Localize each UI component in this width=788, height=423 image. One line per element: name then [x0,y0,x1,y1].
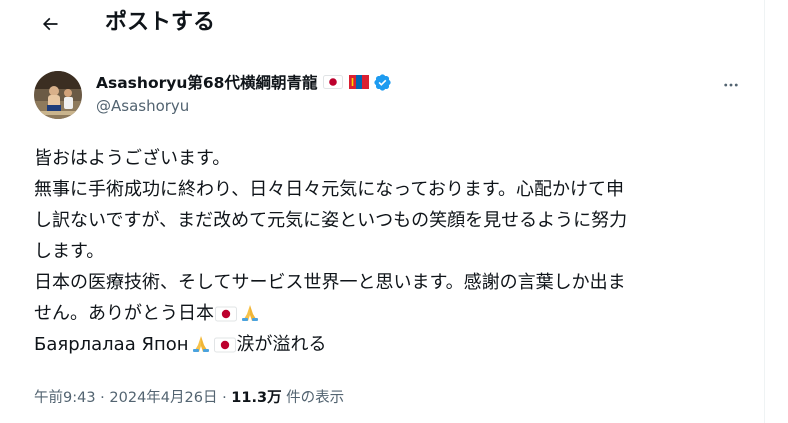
avatar[interactable] [34,71,82,119]
post-line: 日本の医療技術、そしてサービス世界一と思います。感謝の言葉しか出ま [34,272,626,293]
more-options-button[interactable] [716,74,746,96]
post-time[interactable]: 午前9:43 [34,390,96,406]
view-count: 11.3万 [231,390,282,406]
column-divider [764,0,765,423]
post-line: せん。ありがとう日本 [34,298,754,329]
meta-separator: · [222,390,227,406]
post-date[interactable]: 2024年4月26日 [109,390,217,406]
post-line: します。 [34,241,105,262]
verified-badge-icon[interactable] [373,73,392,92]
post-text: 皆おはようございます。 無事に手術成功に終わり、日々日々元気になっております。心… [34,143,754,360]
main-column: ポストする Asashoryu第68代横綱朝青龍 @Asashoryu 皆おはよ… [0,0,764,423]
view-label: 件の表示 [281,390,345,406]
japan-flag-icon [323,75,344,89]
japan-flag-icon [213,337,236,353]
post-meta: 午前9:43 · 2024年4月26日 · 11.3万 件の表示 [34,386,344,407]
author-handle[interactable]: @Asashoryu [96,97,189,115]
post-line-text: せん。ありがとう日本 [34,303,214,324]
post-line-text: 涙が溢れる [236,334,327,355]
post-line: し訳ないですが、まだ改めて元気に姿といつもの笑顔を見せるように努力 [34,210,628,231]
post-view: ポストする Asashoryu第68代横綱朝青龍 @Asashoryu 皆おはよ… [0,0,788,423]
mongolia-flag-icon [349,75,370,89]
author-name-row: Asashoryu第68代横綱朝青龍 [96,71,392,93]
folded-hands-icon [239,302,261,322]
post-line-text: Баярлалаа Япон [34,334,189,355]
post-line: Баярлалаа Япон 涙が溢れる [34,329,754,360]
japan-flag-icon [215,306,237,322]
author-display-name[interactable]: Asashoryu第68代横綱朝青龍 [96,71,317,93]
more-options-icon [724,83,738,87]
header: ポストする [0,0,764,48]
back-button[interactable] [34,8,66,40]
page-title: ポストする [105,10,216,35]
meta-separator: · [100,390,105,406]
folded-hands-icon [190,333,212,353]
back-arrow-icon [42,17,58,31]
post-line: 無事に手術成功に終わり、日々日々元気になっております。心配かけて申 [34,179,625,200]
post-line: 皆おはようございます。 [34,148,231,169]
